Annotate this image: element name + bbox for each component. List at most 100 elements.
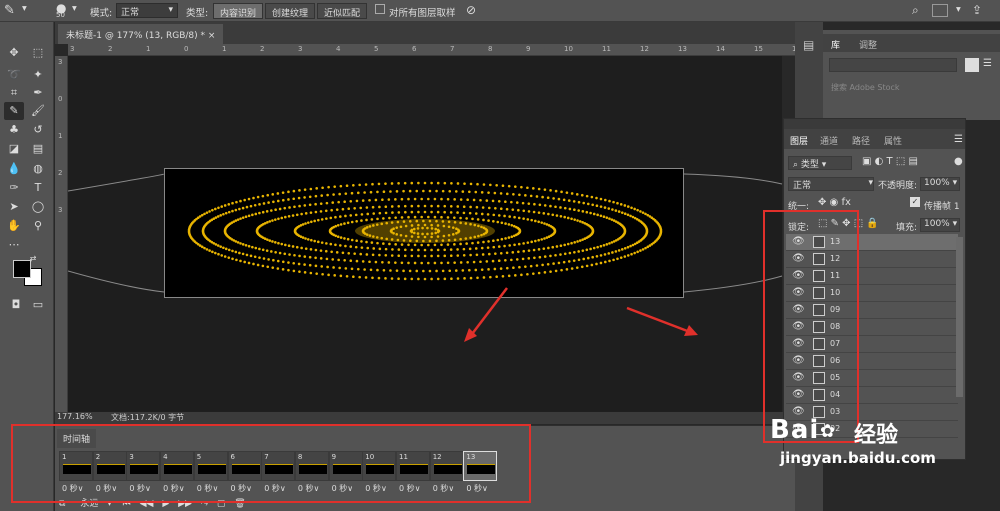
crop-icon[interactable]: ⌗ [4,84,24,102]
ellipse-dot [277,217,280,221]
watermark-brand: Bai [770,415,820,445]
ellipse-dot [262,257,266,260]
filter-kind-select[interactable]: ⌕ 类型 ▾ [788,156,852,170]
ellipse-dot [360,213,364,216]
search-icon[interactable]: ⌕ [912,3,919,18]
screen-mode-icon[interactable]: ▭ [28,296,48,314]
close-icon[interactable]: × [208,31,216,41]
library-select[interactable] [829,58,957,72]
ellipse-dot [420,197,423,201]
pen-icon[interactable]: ✑ [4,179,24,197]
filter-toggle-icon[interactable]: ● [954,156,963,167]
panel-menu-icon[interactable]: ☰ [954,134,963,145]
workspace-icon[interactable] [932,4,948,17]
ellipse-icon[interactable]: ◯ [28,198,48,216]
ellipse-dot [433,261,437,265]
magic-wand-icon[interactable]: ✦ [28,66,48,84]
ellipse-dot [417,248,420,252]
ellipse-dot [441,269,445,273]
ellipse-dot [616,201,619,205]
blend-mode-select[interactable]: 正常 ▾ [788,177,874,191]
ellipse-dot [413,215,417,219]
ellipse-dot [542,247,546,250]
tab-channels[interactable]: 通道 [820,134,838,147]
ellipse-dot [339,184,343,188]
hand-icon[interactable]: ✋ [4,217,24,235]
tab-libraries[interactable]: 库 [831,38,840,51]
ellipse-dot [554,205,557,209]
share-icon[interactable]: ⇪ [972,3,982,17]
ellipse-dot [586,256,590,260]
unify-icons[interactable]: ✥ ◉ fx [818,197,851,208]
ellipse-dot [599,244,603,248]
tab-layers[interactable]: 图层 [790,134,808,147]
gradient-icon[interactable]: ▤ [28,140,48,158]
ellipse-dot [334,243,337,247]
ellipse-dot [310,220,313,224]
ellipse-dot [595,255,599,258]
path-select-icon[interactable]: ➤ [4,198,24,216]
artboard[interactable] [164,168,684,298]
eraser-icon[interactable]: ◪ [4,140,24,158]
fill-input[interactable]: 100% ▾ [920,218,960,232]
ellipse-dot [403,181,407,185]
ellipse-dot [417,181,420,185]
chevron-down-icon[interactable]: ▾ [22,3,27,14]
ellipse-dot [301,223,305,226]
filter-icons[interactable]: ▣ ◐ T ⬚ ▤ [862,156,918,167]
type-create-texture-button[interactable]: 创建纹理 [265,3,316,19]
ellipse-dot [482,240,485,244]
grid-view-icon[interactable] [965,58,979,72]
text-icon[interactable]: T [28,179,48,197]
type-content-aware-button[interactable]: 内容识别 [213,3,264,19]
tab-properties[interactable]: 属性 [884,134,902,147]
dodge-icon[interactable]: ◍ [28,160,48,178]
swap-colors-icon[interactable]: ⇄ [28,254,38,264]
lasso-icon[interactable]: ➰ [4,66,24,84]
opacity-input[interactable]: 100% ▾ [920,177,960,191]
ellipse-dot [566,242,570,246]
ellipse-dot [400,216,404,219]
chevron-down-icon[interactable]: ▾ [72,3,77,14]
stamp-icon[interactable]: ♣ [4,121,24,139]
propagate-checkbox[interactable]: ✓ [910,197,920,207]
layers-scrollbar[interactable] [956,237,963,397]
blur-icon[interactable]: 💧 [4,160,24,178]
type-proximity-match-button[interactable]: 近似匹配 [317,3,368,19]
ellipse-dot [430,204,433,208]
chevron-down-icon[interactable]: ▾ [956,4,961,15]
move-icon[interactable]: ✥ [4,44,24,62]
ellipse-dot [239,217,242,220]
healing-brush-tool-icon[interactable]: ✎ [4,102,24,120]
tab-paths[interactable]: 路径 [852,134,870,147]
ellipse-dot [397,182,400,185]
zoom-icon[interactable]: ⚲ [28,217,48,235]
brush-icon[interactable]: 🖌 [28,102,48,120]
list-view-icon[interactable]: ☰ [983,58,992,69]
marquee-icon[interactable]: ⬚ [28,44,48,62]
ellipse-dot [469,276,473,280]
ellipse-dot [623,228,627,232]
more-tools-icon[interactable]: ⋯ [4,236,24,254]
history-icon[interactable]: ▤ [803,38,814,52]
quick-mask-icon[interactable]: ◘ [6,296,26,314]
stock-search[interactable]: 搜索 Adobe Stock [831,82,900,93]
pressure-icon[interactable]: ⊘ [466,3,476,17]
ellipse-dot [535,195,539,198]
sample-all-checkbox[interactable] [375,4,385,14]
tab-adjustments[interactable]: 调整 [859,38,877,51]
ellipse-dot [604,260,607,264]
healing-brush-icon[interactable]: ✎ [4,3,15,18]
eyedropper-icon[interactable]: ✒ [28,84,48,102]
zoom-level[interactable]: 177.16% [57,412,93,421]
history-brush-icon[interactable]: ↺ [28,121,48,139]
ellipse-dot [559,244,563,247]
mode-select[interactable]: 正常 ▾ [116,3,178,18]
ellipse-dot [515,258,519,261]
ellipse-dot [403,254,407,258]
ellipse-dot [395,269,399,272]
ellipse-dot [231,201,234,205]
document-tab[interactable]: 未标题-1 @ 177% (13, RGB/8) * × [58,24,224,44]
filter-kind-value: 类型 [800,160,819,170]
ellipse-dot [252,196,255,200]
